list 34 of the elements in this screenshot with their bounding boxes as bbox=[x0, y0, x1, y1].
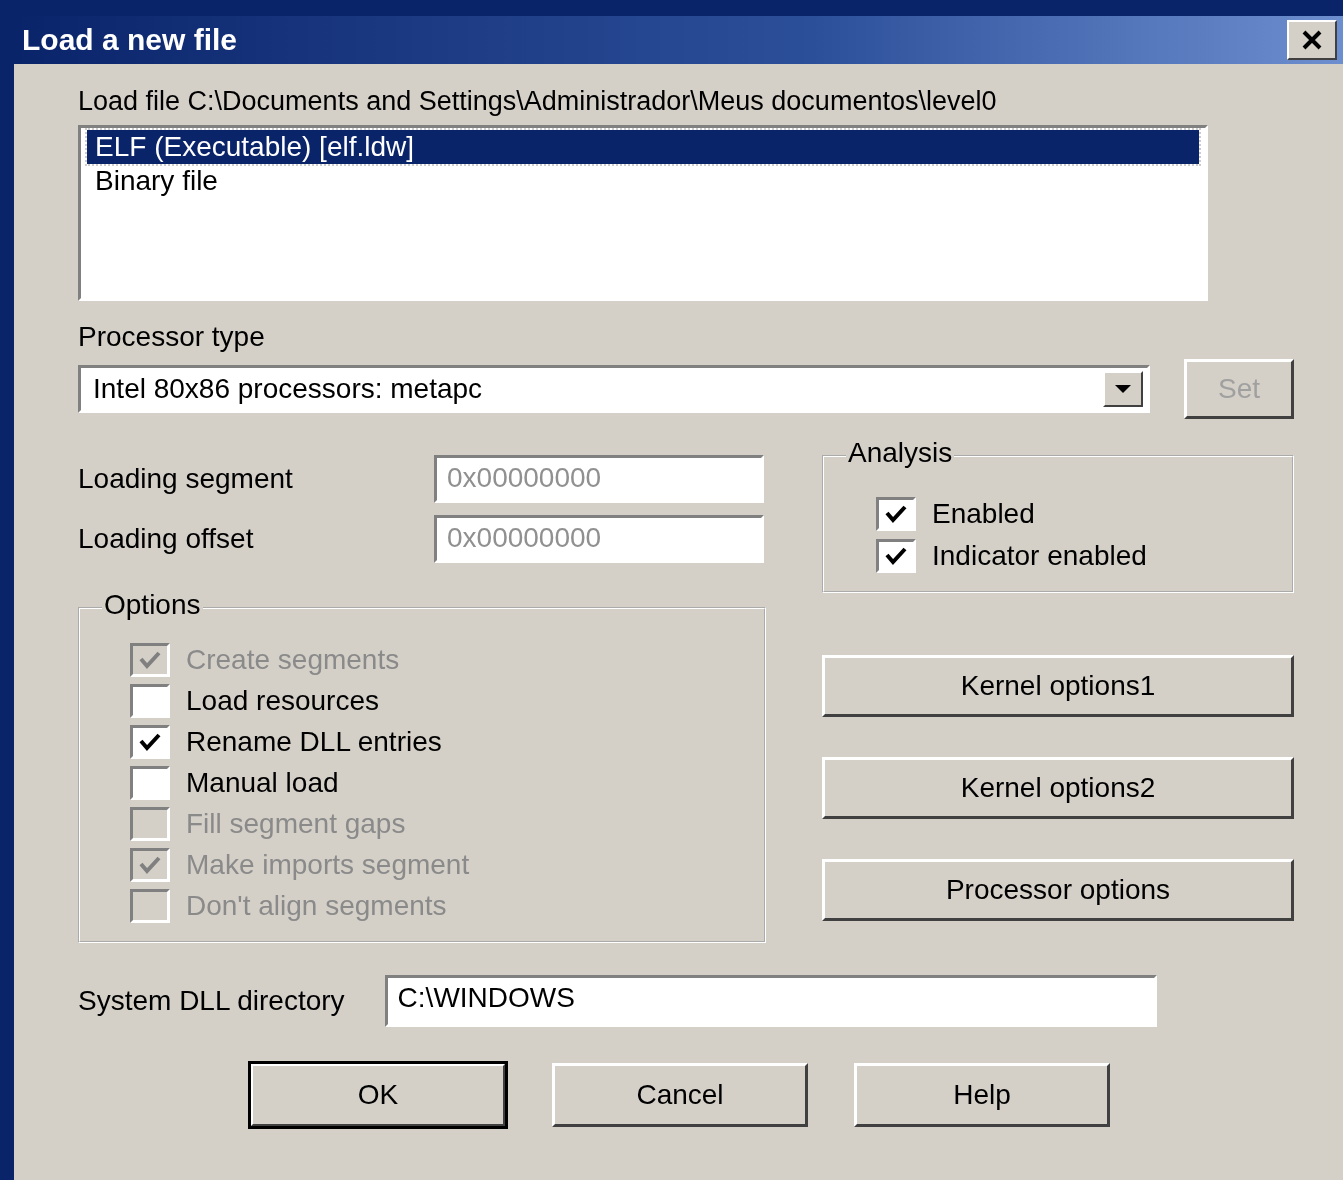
checkbox[interactable] bbox=[130, 683, 170, 718]
dialog-button[interactable]: Help bbox=[854, 1063, 1110, 1127]
options-button[interactable]: Kernel options1 bbox=[822, 655, 1294, 717]
file-type-item[interactable]: ELF (Executable) [elf.ldw] bbox=[87, 130, 1199, 164]
checkbox-label: Load resources bbox=[186, 684, 379, 717]
checkbox-label: Enabled bbox=[932, 498, 1035, 530]
loading-offset-label: Loading offset bbox=[78, 523, 255, 555]
load-file-label: Load file C:\Documents and Settings\Administrador\Meus documentos\level0 bbox=[78, 86, 998, 117]
checkbox-label: Don't align segments bbox=[186, 889, 447, 922]
processor-type-label: Processor type bbox=[78, 321, 266, 353]
system-dll-directory-field[interactable]: C:\WINDOWS bbox=[384, 975, 1157, 1027]
checkbox-label: Rename DLL entries bbox=[186, 725, 442, 758]
file-type-list[interactable]: ELF (Executable) [elf.ldw] Binary file bbox=[78, 125, 1208, 301]
options-button[interactable]: Kernel options2 bbox=[822, 757, 1294, 819]
dialog-button[interactable]: OK bbox=[250, 1063, 506, 1127]
checkbox[interactable] bbox=[876, 497, 916, 531]
close-button[interactable] bbox=[1287, 20, 1337, 60]
dialog-button[interactable]: Cancel bbox=[552, 1063, 808, 1127]
checkbox[interactable] bbox=[130, 765, 170, 800]
checkbox[interactable] bbox=[130, 724, 170, 759]
system-dll-directory-label: System DLL directory bbox=[78, 985, 345, 1017]
checkbox-label: Fill segment gaps bbox=[186, 807, 406, 840]
checkbox[interactable] bbox=[876, 539, 916, 573]
checkbox-label: Create segments bbox=[186, 643, 400, 676]
options-button[interactable]: Processor options bbox=[822, 859, 1294, 921]
window-title: Load a new file bbox=[22, 23, 238, 57]
check-icon bbox=[883, 545, 909, 567]
checkbox-label: Make imports segment bbox=[186, 848, 470, 881]
file-type-item[interactable]: Binary file bbox=[87, 164, 1199, 198]
check-icon bbox=[883, 503, 909, 525]
checkbox-label: Indicator enabled bbox=[932, 540, 1147, 572]
loading-segment-label: Loading segment bbox=[78, 463, 294, 495]
checkbox-label: Manual load bbox=[186, 766, 339, 799]
processor-type-dropdown[interactable]: Intel 80x86 processors: metapc bbox=[78, 365, 1150, 413]
